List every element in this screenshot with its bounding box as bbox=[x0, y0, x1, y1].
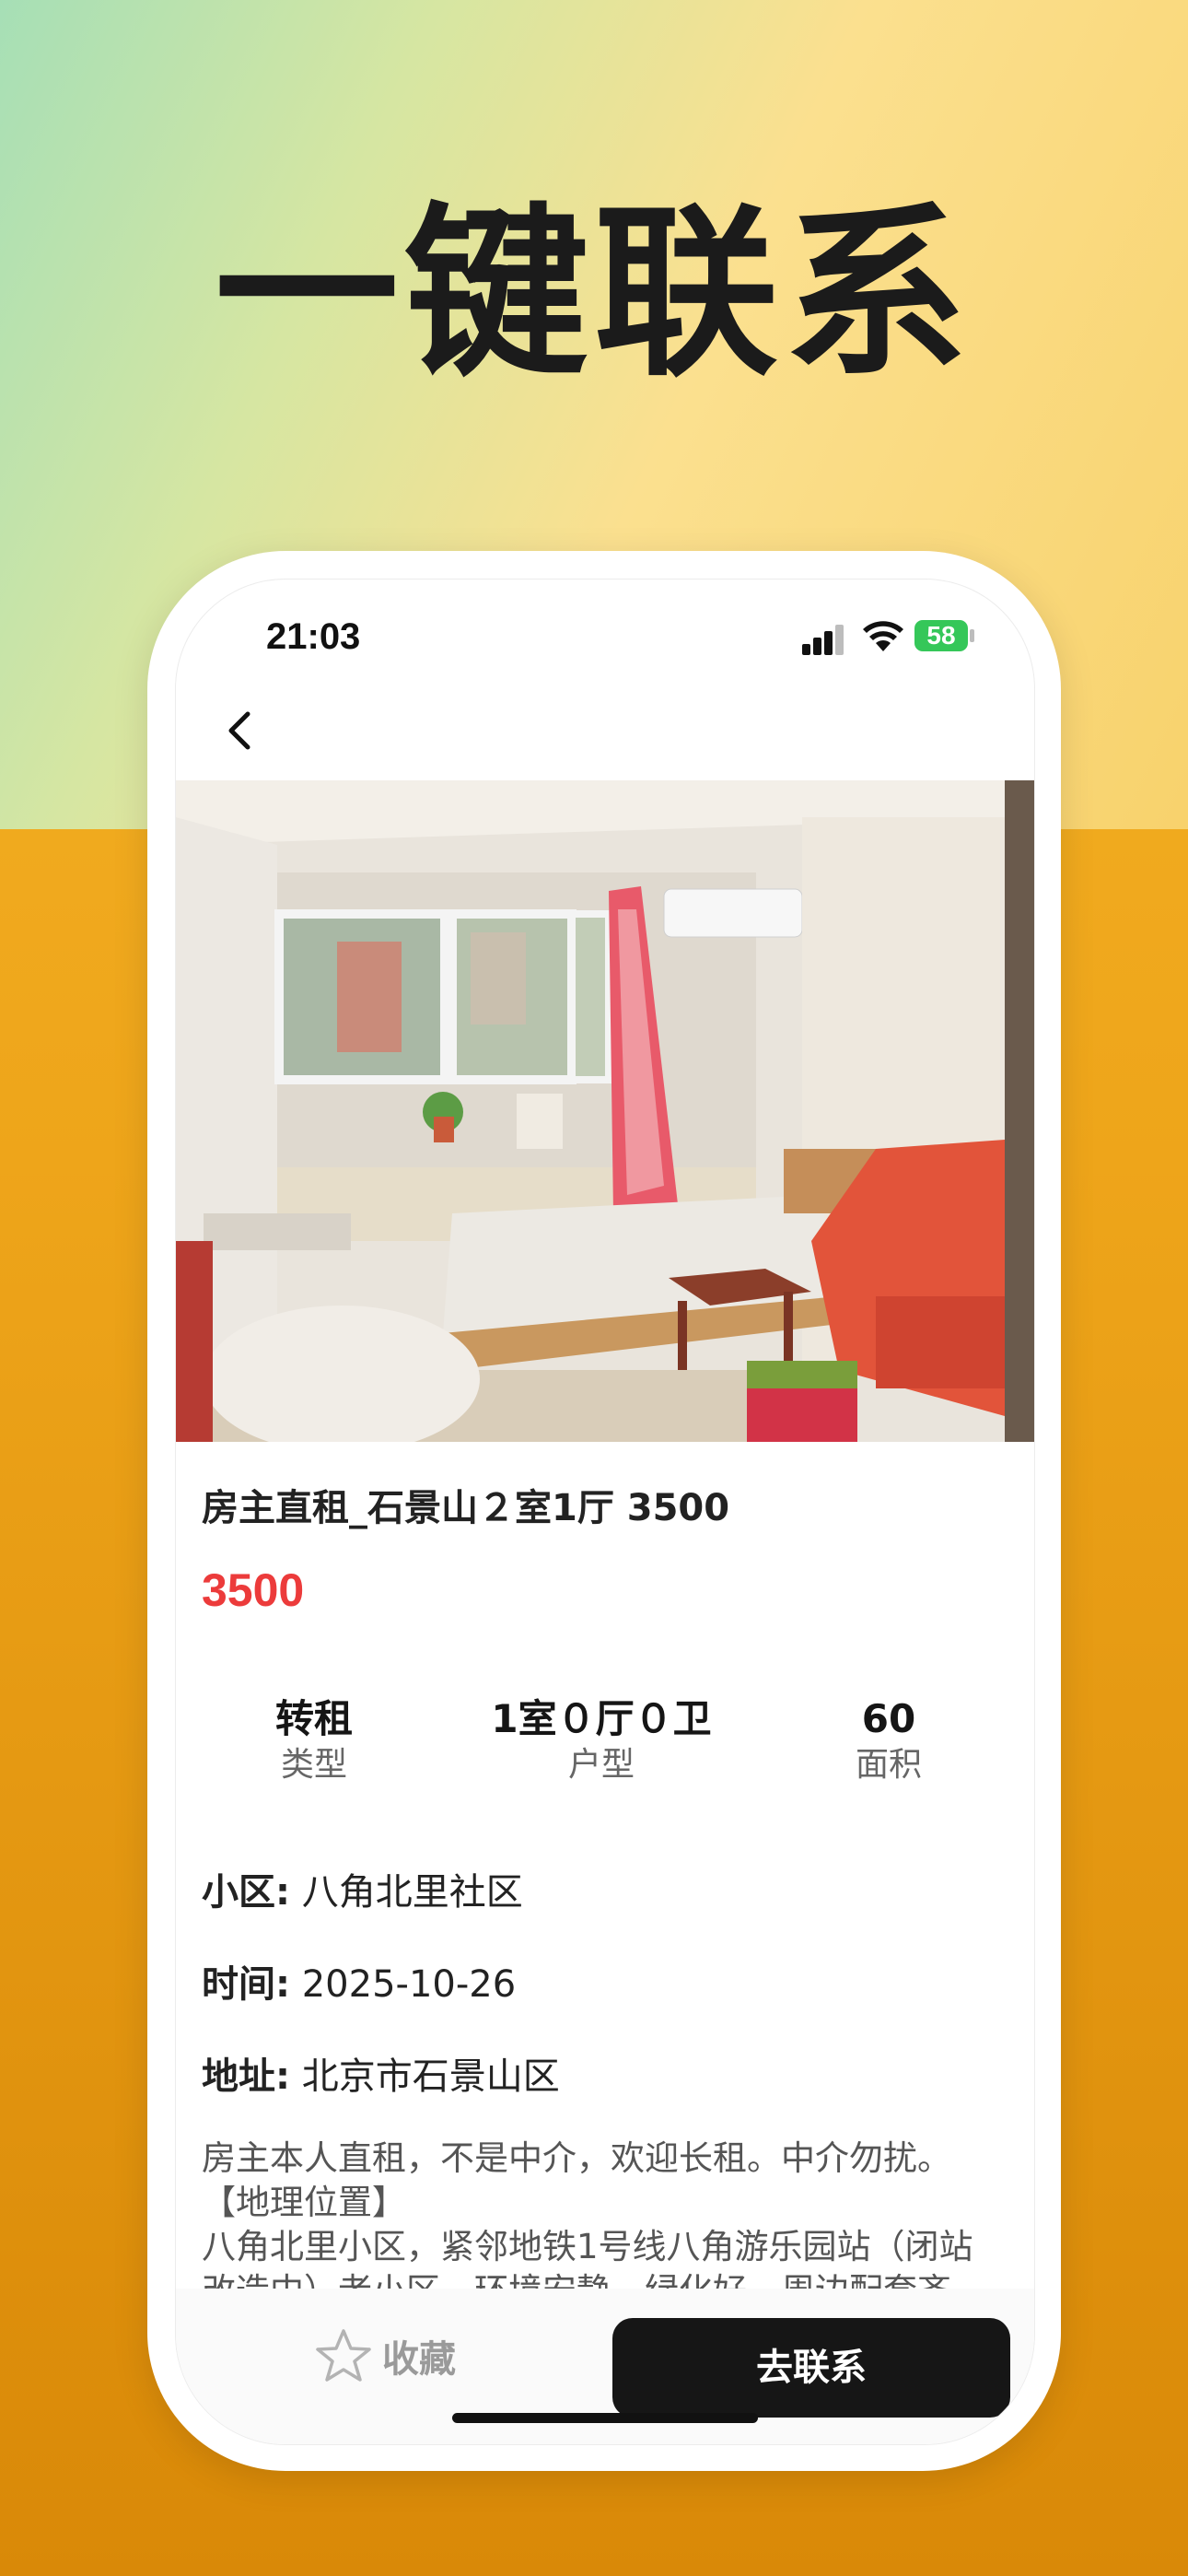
stat-value: 60 bbox=[861, 1696, 916, 1741]
info-value: 北京市石景山区 bbox=[301, 2055, 560, 2098]
star-icon bbox=[316, 2329, 371, 2382]
listing-description: 房主本人直租，不是中介，欢迎长租。中介勿扰。 【地理位置】 八角北里小区，紧邻地… bbox=[202, 2137, 1012, 2293]
battery-icon: 58 bbox=[914, 620, 968, 651]
stat-layout: 1室０厅０卫 户型 bbox=[463, 1694, 740, 1786]
info-key: 小区: bbox=[202, 1871, 290, 1914]
stat-area: 60 面积 bbox=[751, 1694, 1027, 1786]
contact-button[interactable]: 去联系 bbox=[612, 2318, 1010, 2418]
info-community: 小区: 八角北里社区 bbox=[202, 1862, 523, 1915]
promo-headline: 一键联系 bbox=[214, 187, 973, 402]
stat-label: 户型 bbox=[567, 1746, 635, 1784]
info-key: 时间: bbox=[202, 1963, 290, 2006]
listing-photo[interactable] bbox=[176, 780, 1034, 1442]
cellular-signal-icon bbox=[802, 624, 844, 655]
stat-value: 1室０厅０卫 bbox=[491, 1696, 712, 1741]
info-date: 时间: 2025-10-26 bbox=[202, 1954, 516, 2008]
listing-title: 房主直租_石景山２室1厅 3500 bbox=[202, 1487, 730, 1529]
favorite-label: 收藏 bbox=[382, 2338, 456, 2381]
description-line: 【地理位置】 bbox=[202, 2183, 406, 2222]
info-key: 地址: bbox=[202, 2055, 290, 2098]
back-button[interactable] bbox=[213, 703, 268, 758]
listing-stats: 转租 类型 1室０厅０卫 户型 60 面积 bbox=[176, 1694, 1034, 1796]
stat-label: 类型 bbox=[280, 1746, 347, 1784]
stat-type: 转租 类型 bbox=[176, 1694, 452, 1786]
description-line: 八角北里小区，紧邻地铁1号线八角游乐园站（闭站 bbox=[202, 2227, 973, 2266]
info-address: 地址: 北京市石景山区 bbox=[202, 2046, 560, 2100]
phone-screen: 21:03 58 房主直租_石景山２室1厅 3500 3500 转租 类型 1室… bbox=[175, 579, 1035, 2445]
room-photo bbox=[176, 780, 1034, 1442]
info-value: 2025-10-26 bbox=[301, 1963, 517, 2006]
info-value: 八角北里社区 bbox=[301, 1871, 523, 1914]
listing-price: 3500 bbox=[202, 1564, 305, 1616]
home-indicator bbox=[452, 2413, 758, 2423]
description-line: 房主本人直租，不是中介，欢迎长租。中介勿扰。 bbox=[202, 2138, 951, 2178]
wifi-icon bbox=[863, 621, 903, 651]
favorite-button[interactable]: 收藏 bbox=[314, 2324, 456, 2388]
stat-value: 转租 bbox=[274, 1696, 353, 1741]
status-bar: 21:03 58 bbox=[176, 616, 1034, 681]
battery-cap bbox=[970, 629, 974, 642]
stat-label: 面积 bbox=[855, 1746, 922, 1784]
chevron-left-icon bbox=[228, 711, 250, 750]
status-time: 21:03 bbox=[266, 616, 361, 657]
